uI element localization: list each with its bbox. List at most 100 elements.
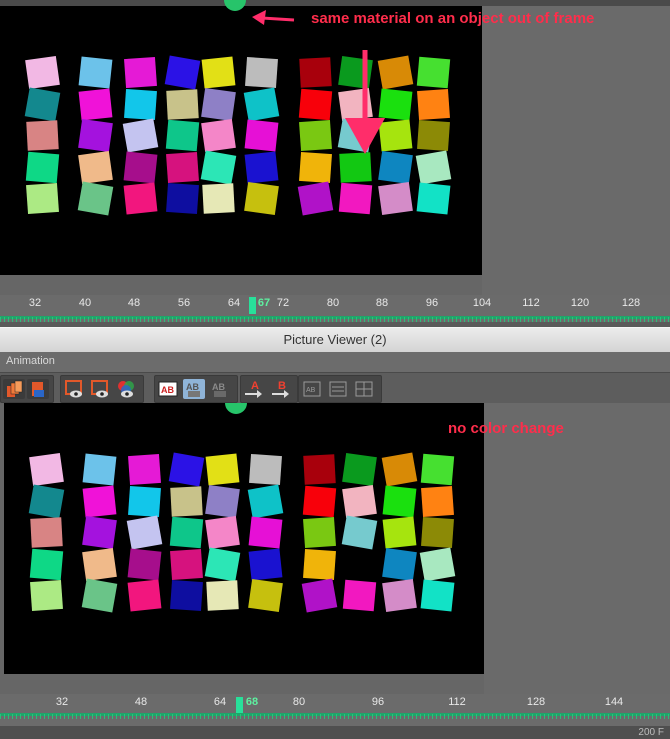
bottom-swatch-r3-c5 [205,515,240,550]
bottom-swatch-r5-c3 [127,579,162,612]
toolbar: AB AB AB A B AB [0,373,670,403]
ab-compare-icon[interactable]: AB [157,379,179,399]
top-swatch-r3-c1 [26,120,59,151]
bottom-swatch-r2-c7 [302,485,337,518]
top-swatch-r2-c3 [124,88,157,121]
film-save-icon[interactable] [27,379,49,399]
top-tick-40: 40 [78,297,92,309]
bottom-swatch-r2-c8 [342,484,377,519]
playhead-bottom[interactable] [236,697,243,713]
bottom-swatch-r3-c6 [248,516,283,549]
window-title: Picture Viewer (2) [0,327,670,353]
top-swatch-r5-c7 [297,181,334,216]
bottom-swatch-r3-c10 [421,516,454,549]
top-swatch-r3-c3 [122,118,159,153]
bottom-tick-80: 80 [292,696,306,708]
ab-grid-icon[interactable]: AB [301,379,323,399]
bottom-swatch-r4-c3 [127,548,162,581]
side-panel-top [482,6,670,295]
toolbar-group-grid: AB [298,375,382,403]
top-swatch-r3-c10 [417,119,450,152]
render-view-top [0,6,482,275]
eye-frame-icon[interactable] [63,379,85,399]
bottom-swatch-r5-c6 [248,578,283,613]
top-swatch-r4-c3 [123,151,158,184]
top-swatch-r5-c2 [77,181,114,216]
bottom-swatch-r5-c1 [30,579,63,612]
menu-animation[interactable]: Animation [6,355,55,367]
frame-count: 200 F [638,727,664,738]
top-swatch-r1-c5 [201,56,236,89]
top-swatch-r2-c7 [298,88,333,121]
bottom-swatch-r1-c1 [29,452,64,487]
viewport-gutter-bottom [0,674,484,694]
bottom-swatch-r1-c5 [205,453,240,486]
bottom-swatch-r2-c6 [247,484,284,519]
svg-text:AB: AB [306,387,316,394]
top-swatch-r2-c10 [417,88,450,121]
bottom-swatch-r5-c10 [420,579,455,612]
bottom-swatch-r4-c6 [248,548,283,581]
eye-rgb-icon[interactable] [115,379,137,399]
top-swatch-r4-c5 [200,150,237,185]
top-swatch-r3-c5 [201,118,236,153]
bottom-swatch-r5-c9 [382,578,417,613]
viewport-gutter-top [0,275,482,295]
bottom-swatch-r4-c10 [419,547,456,582]
bottom-tick-144: 144 [604,696,624,708]
svg-text:B: B [278,380,286,392]
svg-text:AB: AB [212,382,225,392]
toolbar-group-eye [60,375,144,403]
top-tick-88: 88 [375,297,389,309]
top-swatch-r1-c6 [245,56,278,89]
playhead-top[interactable] [249,297,256,314]
bottom-swatch-r1-c7 [303,454,336,485]
top-swatch-r1-c4 [164,55,201,90]
bottom-swatch-r4-c7 [303,548,336,581]
toolbar-group-ab: AB AB AB [154,375,238,403]
ab-list-icon[interactable] [327,379,349,399]
top-tick-56: 56 [177,297,191,309]
top-tick-96: 96 [425,297,439,309]
film-stack-icon[interactable] [3,379,25,399]
top-swatch-r1-c7 [299,57,332,88]
bottom-tick-48: 48 [134,696,148,708]
render-view-bottom [4,403,484,674]
annotation-top: same material on an object out of frame [311,10,595,27]
top-swatch-r5-c4 [166,182,199,215]
arrow-down-icon [345,50,385,154]
bottom-swatch-r5-c7 [301,578,338,613]
ab-split-icon[interactable]: AB [183,379,205,399]
ab-grid-alt-icon[interactable] [353,379,375,399]
top-swatch-r4-c2 [78,150,113,185]
eye-frame-alt-icon[interactable] [89,379,111,399]
bottom-swatch-r3-c1 [30,517,63,548]
bottom-swatch-r2-c10 [421,485,454,518]
top-swatch-r2-c4 [166,89,199,120]
bottom-swatch-r4-c1 [29,548,64,581]
bottom-swatch-r2-c9 [382,485,417,518]
toolbar-group-arrows: A B [240,375,298,403]
a-arrow-icon[interactable]: A [243,379,265,399]
viewport-gutter-left [0,403,4,694]
b-arrow-icon[interactable]: B [270,379,292,399]
bottom-swatch-r3-c4 [169,516,204,549]
bottom-swatch-r4-c9 [382,547,417,582]
timeline-ruler-bottom[interactable]: 32 48 64 68 80 96 112 128 144 [0,694,670,726]
ab-disabled-icon[interactable]: AB [209,379,231,399]
bottom-swatch-r4-c2 [82,547,117,582]
top-swatch-r5-c6 [244,181,279,216]
bottom-swatch-r2-c4 [170,486,203,517]
top-tick-112: 112 [522,297,540,309]
top-tick-64: 64 [227,297,241,309]
bottom-swatch-r4-c5 [204,547,241,582]
bottom-tick-64: 64 [213,696,227,708]
top-swatch-r5-c9 [378,181,413,216]
bottom-swatch-r5-c5 [206,580,239,611]
bottom-swatch-r3-c8 [341,515,378,550]
top-swatch-r4-c10 [415,150,452,185]
bottom-swatch-r2-c5 [205,484,240,519]
top-swatch-r4-c1 [25,151,60,184]
top-tick-120: 120 [570,297,590,309]
timeline-keys-bottom [0,714,670,719]
